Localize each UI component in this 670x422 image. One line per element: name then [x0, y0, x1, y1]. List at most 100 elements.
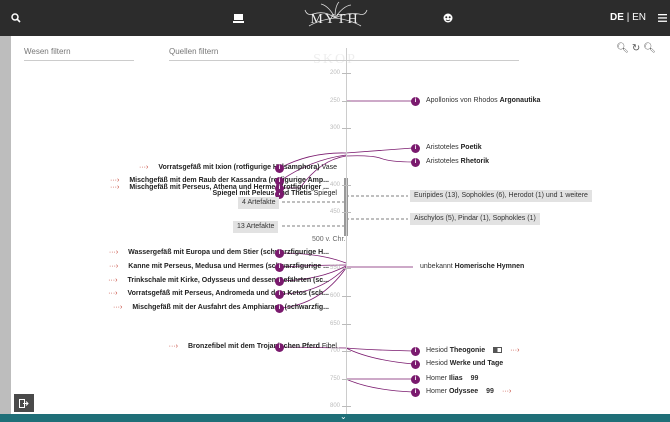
quote-icon[interactable]: 99 — [486, 388, 494, 395]
artifact-item[interactable]: ···› Kanne mit Perseus, Medusa und Hermes… — [109, 263, 329, 270]
source-item[interactable]: Aristoteles Poetik — [426, 144, 482, 151]
info-icon[interactable]: i — [411, 97, 420, 106]
info-icon[interactable]: i — [275, 290, 284, 299]
tick-label: 200 — [329, 70, 340, 76]
artifact-title: Mischgefäß mit der Ausfahrt des Amphiara… — [132, 304, 329, 311]
info-icon[interactable]: i — [275, 184, 284, 193]
info-icon[interactable]: i — [275, 277, 284, 286]
tick-label: 650 — [329, 321, 340, 327]
source-item[interactable]: Hesiod Theogonie ···› — [426, 347, 519, 354]
source-item[interactable]: unbekannt Homerische Hymnen — [420, 263, 524, 270]
tick — [342, 268, 351, 269]
tick — [342, 128, 351, 129]
source-work: Ilias — [448, 375, 463, 382]
app: MYTH SKOP DE | EN Wesen filtern Quellen … — [0, 0, 670, 422]
artifact-title: Bronzefibel mit dem Trojanischen Pferd — [188, 343, 320, 350]
source-item[interactable]: Homer Odyssee 99 ···› — [426, 388, 511, 395]
quote-icon[interactable]: 99 — [471, 375, 479, 382]
source-item[interactable]: Aristoteles Rhetorik — [426, 158, 489, 165]
artifact-item[interactable]: ···› Mischgefäß mit der Ausfahrt des Amph… — [113, 304, 329, 311]
source-author: Homer — [426, 375, 448, 382]
arrow-icon[interactable]: ···› — [113, 304, 122, 311]
source-work: Werke und Tage — [449, 360, 504, 367]
source-group-badge[interactable]: Aischylos (5), Pindar (1), Sophokles (1) — [410, 213, 540, 225]
chevron-down-icon[interactable]: ⌄ — [340, 412, 347, 421]
tick-label: 300 — [329, 125, 340, 131]
arrow-icon[interactable]: ···› — [502, 388, 511, 395]
tick — [342, 351, 351, 352]
arrow-icon[interactable]: ···› — [510, 347, 519, 354]
artifact-item[interactable]: ···› Vorratsgefäß mit Ixion (rotfigurige … — [139, 164, 337, 171]
arrow-icon[interactable]: ···› — [110, 184, 119, 191]
source-author: Aristoteles — [426, 158, 459, 165]
artifact-type: Fibel — [321, 343, 337, 350]
arrow-icon[interactable]: ···› — [108, 290, 117, 297]
source-author: unbekannt — [420, 263, 453, 270]
tick — [342, 101, 351, 102]
artifact-item[interactable]: ···› Mischgefäß mit dem Raub der Kassandr… — [110, 177, 329, 184]
source-work: Poetik — [460, 144, 482, 151]
tick — [342, 406, 351, 407]
artifact-title: Mischgefäß mit dem Raub der Kassandra (r… — [129, 177, 329, 184]
info-icon[interactable]: i — [275, 263, 284, 272]
info-icon[interactable]: i — [275, 164, 284, 173]
info-icon[interactable]: i — [275, 304, 284, 313]
axis-era-label: 500 v. Chr. — [312, 236, 346, 243]
artifact-item[interactable]: ···› Bronzefibel mit dem Trojanischen Pfe… — [169, 343, 337, 350]
tick-label: 800 — [329, 403, 340, 409]
arrow-icon[interactable]: ···› — [109, 249, 118, 256]
source-author: Aristoteles — [426, 144, 459, 151]
info-icon[interactable]: i — [411, 388, 420, 397]
tick-label: 250 — [329, 98, 340, 104]
source-item[interactable]: Homer Ilias 99 — [426, 375, 478, 382]
source-item[interactable]: Apollonios von Rhodos Argonautika — [426, 97, 540, 104]
exit-icon[interactable] — [14, 394, 34, 412]
info-icon[interactable]: i — [411, 360, 420, 369]
artifact-title: Wassergefäß mit Europa und dem Stier (sc… — [128, 249, 329, 256]
tick — [342, 296, 351, 297]
artifact-title: Vorratsgefäß mit Ixion (rotfigurige Hals… — [158, 164, 320, 171]
artifact-group-badge[interactable]: 13 Artefakte — [233, 221, 279, 233]
tick — [342, 212, 351, 213]
tick-label: 450 — [329, 209, 340, 215]
artifact-item[interactable]: ···› Mischgefäß mit Perseus, Athena und H… — [110, 184, 329, 191]
info-icon[interactable]: i — [275, 343, 284, 352]
source-work: Homerische Hymnen — [454, 263, 525, 270]
arrow-icon[interactable]: ···› — [108, 277, 117, 284]
info-icon[interactable]: i — [275, 249, 284, 258]
bottom-bar[interactable]: ⌄ — [0, 412, 670, 422]
artifact-title: Kanne mit Perseus, Medusa und Hermes (sc… — [128, 263, 329, 270]
tick — [342, 324, 351, 325]
info-icon[interactable]: i — [411, 158, 420, 167]
book-icon[interactable] — [493, 347, 503, 354]
artifact-item[interactable]: ···› Vorratsgefäß mit Perseus, Andromeda … — [108, 290, 329, 297]
artifact-title: Trinkschale mit Kirke, Odysseus und dess… — [127, 277, 329, 284]
arrow-icon[interactable]: ···› — [169, 343, 178, 350]
arrow-icon[interactable]: ···› — [110, 177, 119, 184]
info-icon[interactable]: i — [411, 375, 420, 384]
artifact-title: Vorratsgefäß mit Perseus, Andromeda und … — [127, 290, 330, 297]
source-author: Hesiod — [426, 360, 448, 367]
tick — [342, 379, 351, 380]
artifact-type: Vase — [321, 164, 337, 171]
info-icon[interactable]: i — [411, 144, 420, 153]
info-icon[interactable]: i — [411, 347, 420, 356]
source-item[interactable]: Hesiod Werke und Tage — [426, 360, 503, 367]
artifact-type: Spiegel — [313, 190, 337, 197]
source-work: Rhetorik — [460, 158, 490, 165]
artifact-item[interactable]: ···› Trinkschale mit Kirke, Odysseus und … — [108, 277, 329, 284]
timeline-axis — [346, 48, 347, 414]
source-author: Homer — [426, 388, 448, 395]
source-work: Theogonie — [449, 347, 486, 354]
artifact-title: Spiegel mit Peleus und Thetis — [212, 190, 312, 197]
source-group-badge[interactable]: Euripides (13), Sophokles (6), Herodot (… — [410, 190, 592, 202]
artifact-item[interactable]: ···› Wassergefäß mit Europa und dem Stier… — [109, 249, 329, 256]
arrow-icon[interactable]: ···› — [139, 164, 148, 171]
arrow-icon[interactable]: ···› — [109, 263, 118, 270]
source-author: Apollonios von Rhodos — [426, 97, 498, 104]
source-work: Argonautika — [499, 97, 541, 104]
artifact-group-badge[interactable]: 4 Artefakte — [238, 197, 280, 209]
tick-label: 750 — [329, 376, 340, 382]
tick — [342, 185, 351, 186]
tick — [342, 73, 351, 74]
